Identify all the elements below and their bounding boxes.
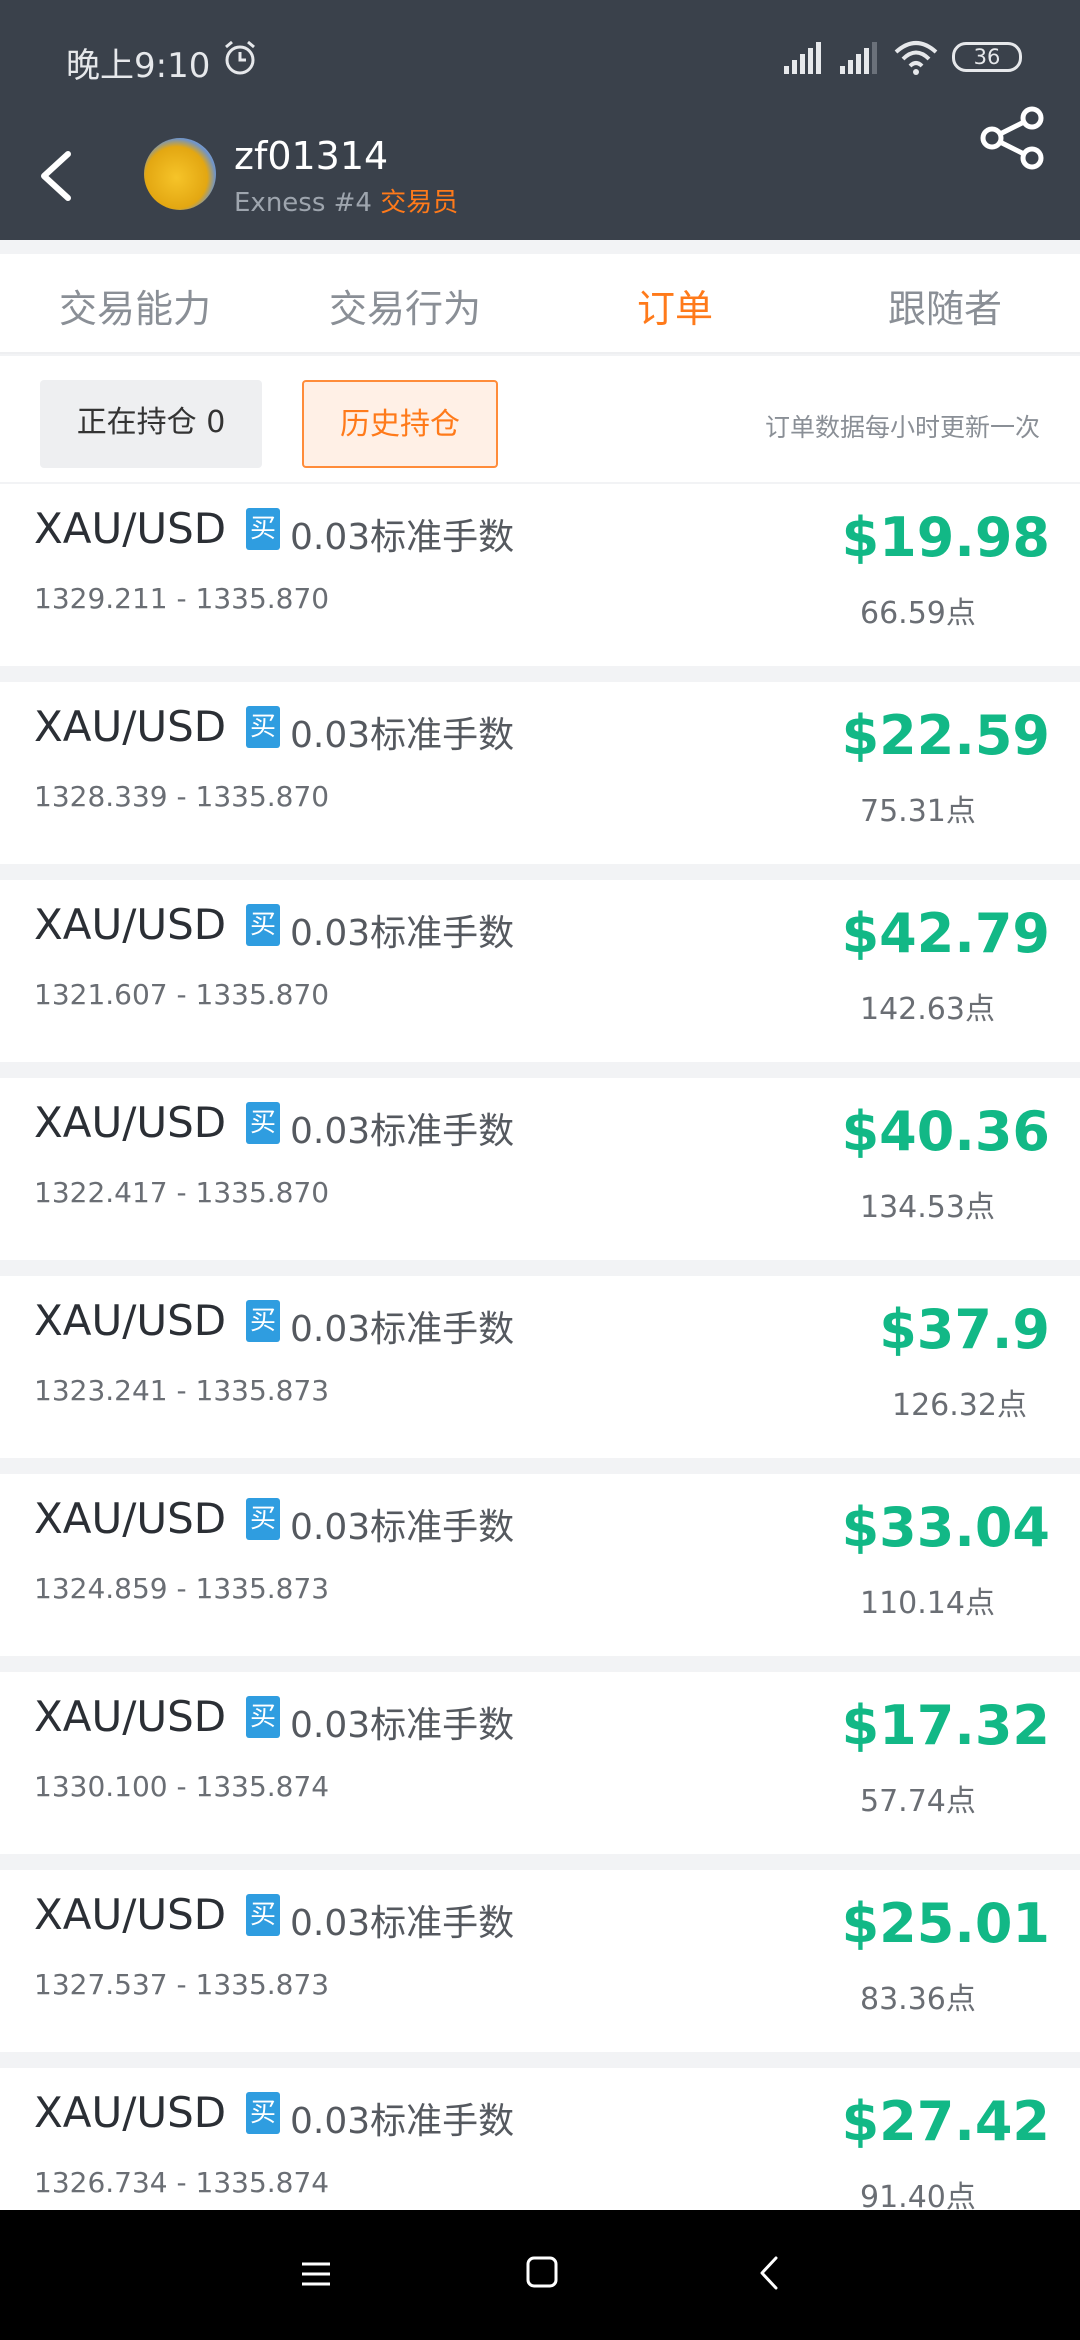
order-price-range: 1322.417 - 1335.870 — [34, 1176, 330, 1209]
status-bar: 晚上9:10 36 — [0, 0, 1080, 120]
order-points: 75.31点 — [860, 794, 976, 829]
tab-bar: 交易能力 交易行为 订单 跟随者 — [0, 254, 1080, 354]
signal-icon — [784, 42, 821, 74]
order-item[interactable]: XAU/USD 买 0.03标准手数 1330.100 - 1335.874 $… — [0, 1672, 1080, 1854]
order-item[interactable]: XAU/USD 买 0.03标准手数 1321.607 - 1335.870 $… — [0, 880, 1080, 1062]
order-price-range: 1324.859 - 1335.873 — [34, 1572, 330, 1605]
menu-icon[interactable] — [298, 2256, 334, 2292]
buy-badge: 买 — [246, 2092, 280, 2134]
order-points: 142.63点 — [860, 992, 995, 1027]
order-profit: $27.42 — [841, 2090, 1050, 2153]
order-price-range: 1330.100 - 1335.874 — [34, 1770, 330, 1803]
back-icon[interactable] — [756, 2254, 780, 2292]
order-symbol: XAU/USD — [34, 1890, 227, 1939]
order-item[interactable]: XAU/USD 买 0.03标准手数 1329.211 - 1335.870 $… — [0, 484, 1080, 666]
battery-indicator: 36 — [952, 42, 1022, 72]
order-symbol: XAU/USD — [34, 702, 227, 751]
tab-trading-behavior[interactable]: 交易行为 — [270, 278, 540, 333]
order-points: 83.36点 — [860, 1982, 976, 2017]
order-lots: 0.03标准手数 — [290, 2101, 515, 2142]
order-lots: 0.03标准手数 — [290, 715, 515, 756]
share-icon[interactable] — [978, 104, 1048, 172]
order-points: 66.59点 — [860, 596, 976, 631]
trader-role: 交易员 — [380, 188, 459, 218]
order-price-range: 1327.537 - 1335.873 — [34, 1968, 330, 2001]
buy-badge: 买 — [246, 508, 280, 550]
order-points: 126.32点 — [892, 1388, 1027, 1423]
wifi-icon — [894, 41, 938, 75]
tab-trading-ability[interactable]: 交易能力 — [0, 278, 270, 333]
order-symbol: XAU/USD — [34, 2088, 227, 2137]
history-positions-button[interactable]: 历史持仓 — [302, 380, 498, 468]
broker-label: Exness #4 — [234, 188, 372, 218]
order-lots: 0.03标准手数 — [290, 1507, 515, 1548]
home-icon[interactable] — [524, 2254, 560, 2290]
tab-orders[interactable]: 订单 — [540, 278, 810, 333]
order-points: 110.14点 — [860, 1586, 995, 1621]
update-note: 订单数据每小时更新一次 — [764, 413, 1040, 442]
app-header: 晚上9:10 36 zf01314 Exness #4 交易员 — [0, 0, 1080, 240]
open-positions-button[interactable]: 正在持仓 0 — [40, 380, 262, 468]
order-symbol: XAU/USD — [34, 1494, 227, 1543]
order-lots: 0.03标准手数 — [290, 1705, 515, 1746]
order-points: 134.53点 — [860, 1190, 995, 1225]
signal-icon — [840, 42, 877, 74]
alarm-icon — [225, 40, 255, 75]
status-time: 晚上9:10 — [66, 46, 211, 86]
order-symbol: XAU/USD — [34, 1692, 227, 1741]
order-item[interactable]: XAU/USD 买 0.03标准手数 1328.339 - 1335.870 $… — [0, 682, 1080, 864]
avatar[interactable] — [144, 138, 216, 210]
order-points: 57.74点 — [860, 1784, 976, 1819]
order-profit: $42.79 — [841, 902, 1050, 965]
buy-badge: 买 — [246, 1498, 280, 1540]
order-lots: 0.03标准手数 — [290, 1309, 515, 1350]
order-profit: $17.32 — [841, 1694, 1050, 1757]
tab-followers[interactable]: 跟随者 — [810, 278, 1080, 333]
order-symbol: XAU/USD — [34, 1296, 227, 1345]
buy-badge: 买 — [246, 1894, 280, 1936]
order-item[interactable]: XAU/USD 买 0.03标准手数 1322.417 - 1335.870 $… — [0, 1078, 1080, 1260]
order-item[interactable]: XAU/USD 买 0.03标准手数 1327.537 - 1335.873 $… — [0, 1870, 1080, 2052]
order-filter-bar: 正在持仓 0 历史持仓 订单数据每小时更新一次 — [0, 356, 1080, 482]
buy-badge: 买 — [246, 706, 280, 748]
order-lots: 0.03标准手数 — [290, 1111, 515, 1152]
order-price-range: 1326.734 - 1335.874 — [34, 2166, 330, 2199]
buy-badge: 买 — [246, 1696, 280, 1738]
order-price-range: 1329.211 - 1335.870 — [34, 582, 330, 615]
order-price-range: 1323.241 - 1335.873 — [34, 1374, 330, 1407]
order-symbol: XAU/USD — [34, 1098, 227, 1147]
order-price-range: 1321.607 - 1335.870 — [34, 978, 330, 1011]
order-profit: $25.01 — [841, 1892, 1050, 1955]
order-profit: $22.59 — [841, 704, 1050, 767]
order-lots: 0.03标准手数 — [290, 517, 515, 558]
buy-badge: 买 — [246, 1300, 280, 1342]
order-symbol: XAU/USD — [34, 900, 227, 949]
order-lots: 0.03标准手数 — [290, 1903, 515, 1944]
order-profit: $37.9 — [879, 1298, 1050, 1361]
order-price-range: 1328.339 - 1335.870 — [34, 780, 330, 813]
order-item[interactable]: XAU/USD 买 0.03标准手数 1324.859 - 1335.873 $… — [0, 1474, 1080, 1656]
order-symbol: XAU/USD — [34, 504, 227, 553]
order-lots: 0.03标准手数 — [290, 913, 515, 954]
back-arrow-icon[interactable] — [30, 140, 82, 212]
order-item[interactable]: XAU/USD 买 0.03标准手数 1323.241 - 1335.873 $… — [0, 1276, 1080, 1458]
trader-name: zf01314 — [234, 134, 389, 178]
order-profit: $40.36 — [841, 1100, 1050, 1163]
buy-badge: 买 — [246, 904, 280, 946]
buy-badge: 买 — [246, 1102, 280, 1144]
system-nav-bar — [0, 2210, 1080, 2340]
order-profit: $33.04 — [841, 1496, 1050, 1559]
trader-subtitle: Exness #4 交易员 — [234, 182, 458, 219]
order-profit: $19.98 — [841, 506, 1050, 569]
